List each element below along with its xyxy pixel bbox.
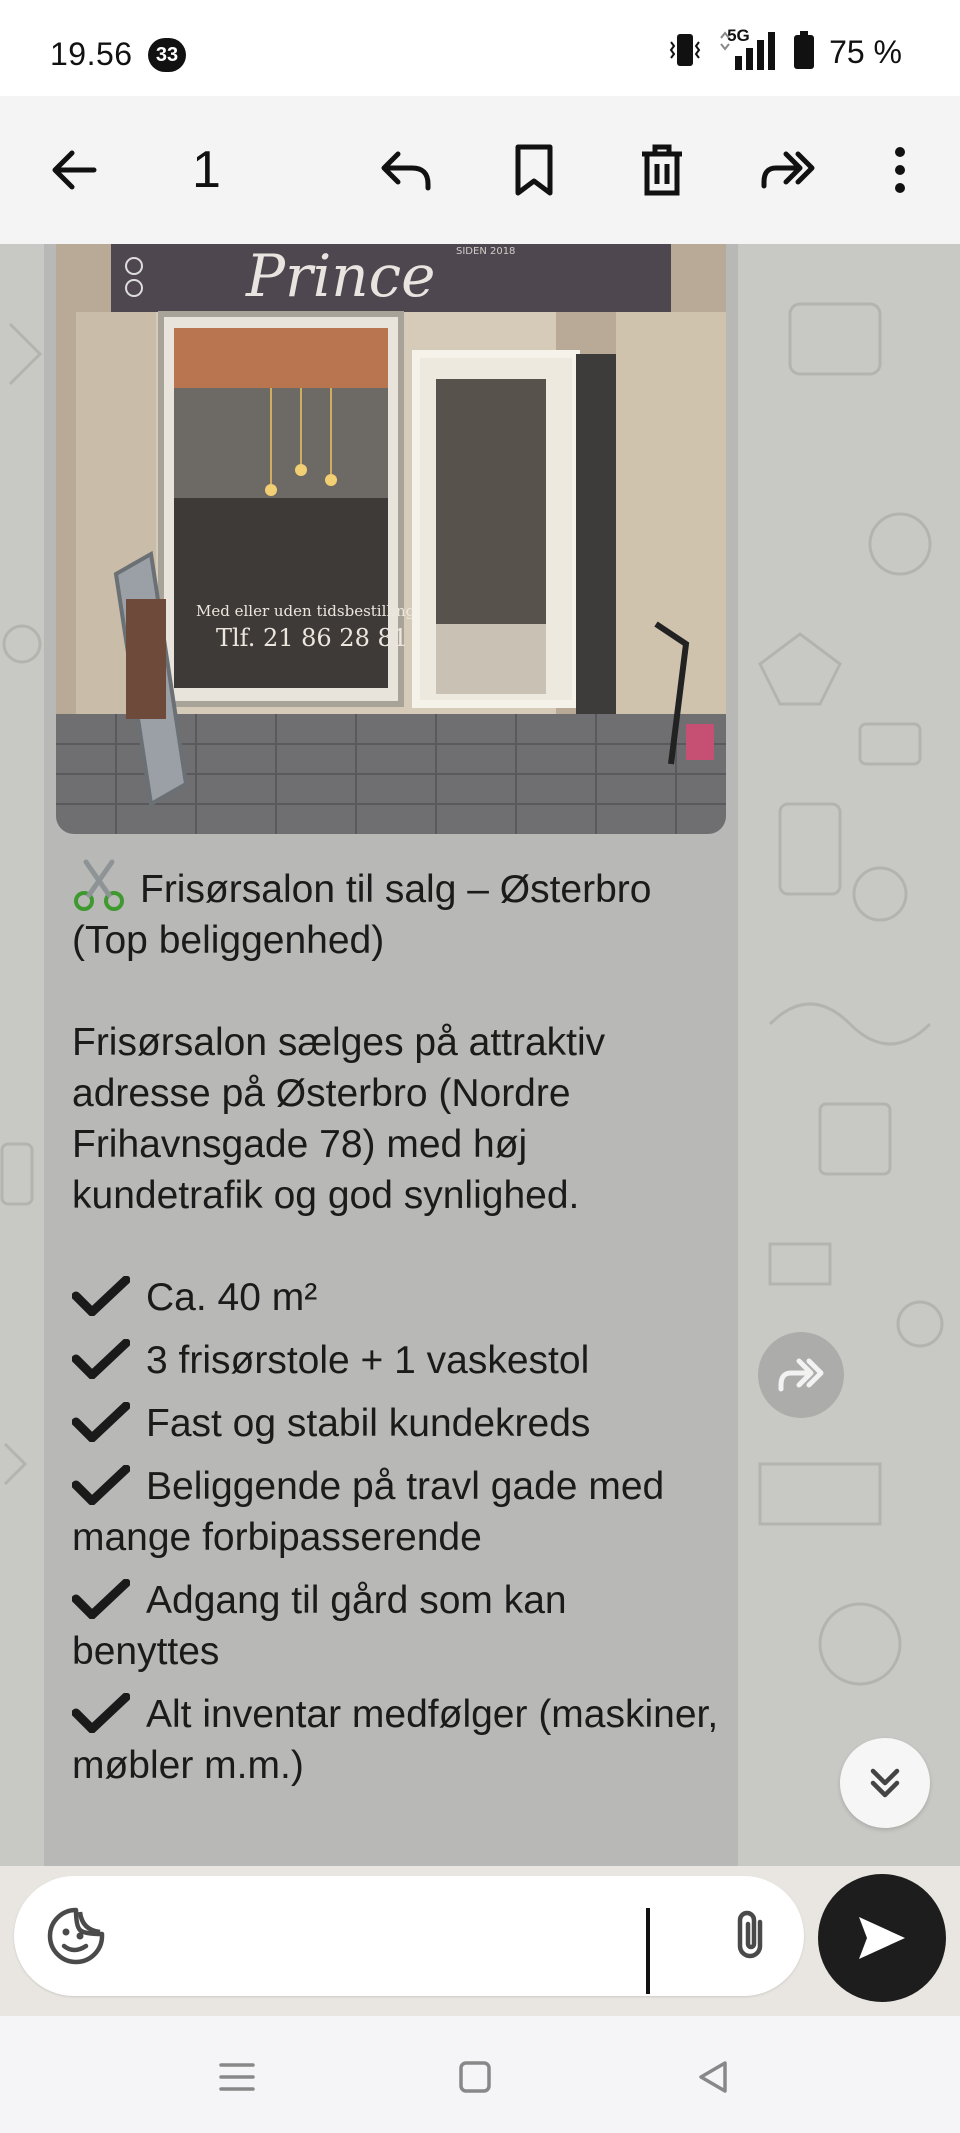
- status-icons: 5G 75 %: [667, 26, 902, 75]
- square-home-icon: [459, 2061, 491, 2093]
- recent-apps-button[interactable]: [212, 2052, 262, 2102]
- message-bubble[interactable]: Prince SIDEN 2018 Med eller uden tidsbes…: [44, 244, 738, 1866]
- message-input[interactable]: [14, 1876, 804, 1996]
- checklist: Ca. 40 m² 3 frisørstole + 1 vaskestol Fa…: [71, 1272, 722, 1791]
- quick-forward-button[interactable]: [758, 1332, 844, 1418]
- forward-icon: [761, 151, 815, 189]
- status-time: 19.56: [50, 36, 133, 72]
- scissors-icon: [72, 858, 126, 912]
- checkmark-icon: [71, 1578, 131, 1620]
- delete-icon: [642, 144, 682, 196]
- reply-icon: [381, 151, 431, 191]
- double-chevron-down-icon: [870, 1768, 900, 1798]
- system-back-button[interactable]: [688, 2052, 738, 2102]
- attach-button[interactable]: [720, 1906, 780, 1966]
- chat-area[interactable]: Prince SIDEN 2018 Med eller uden tidsbes…: [0, 244, 960, 1866]
- send-icon: [859, 1917, 905, 1959]
- message-paragraph: Frisørsalon sælges på attraktiv adresse …: [72, 1021, 606, 1217]
- message-photo[interactable]: Prince SIDEN 2018 Med eller uden tidsbes…: [56, 244, 726, 834]
- back-arrow-icon: [52, 150, 97, 190]
- checklist-item: Ca. 40 m²: [71, 1272, 722, 1323]
- checkmark-icon: [71, 1338, 131, 1380]
- salon-storefront-image: Prince SIDEN 2018 Med eller uden tidsbes…: [56, 244, 726, 834]
- message-title: Frisørsalon til salg – Østerbro (Top bel…: [72, 858, 722, 966]
- selected-count: 1: [192, 141, 221, 199]
- more-vert-icon: [895, 147, 905, 193]
- menu-lines-icon: [219, 2063, 255, 2091]
- checklist-item: Beliggende på travl gade med mange forbi…: [71, 1464, 665, 1559]
- forward-button[interactable]: [756, 138, 820, 202]
- message-text: Frisørsalon til salg – Østerbro (Top bel…: [71, 858, 722, 1791]
- delete-button[interactable]: [630, 138, 694, 202]
- reply-button[interactable]: [374, 138, 438, 202]
- status-bar: 19.56 33 5G 75 %: [0, 0, 960, 96]
- paperclip-icon: [737, 1910, 763, 1959]
- more-options-button[interactable]: [868, 138, 932, 202]
- notification-count-badge: 33: [148, 38, 186, 72]
- checklist-item: Alt inventar medfølger (maskiner, møbler…: [71, 1692, 719, 1787]
- home-button[interactable]: [450, 2052, 500, 2102]
- svg-text:SIDEN 2018: SIDEN 2018: [456, 246, 515, 257]
- sticker-button[interactable]: [44, 1904, 108, 1968]
- checkmark-icon: [71, 1275, 131, 1317]
- compose-bar: [0, 1866, 960, 2016]
- back-button[interactable]: [42, 138, 106, 202]
- battery-percent: 75 %: [829, 33, 902, 70]
- checkmark-icon: [71, 1401, 131, 1443]
- bookmark-button[interactable]: [502, 138, 566, 202]
- triangle-back-icon: [699, 2061, 727, 2093]
- checklist-item: Fast og stabil kundekreds: [71, 1398, 722, 1449]
- svg-text:Med eller uden tidsbestilling: Med eller uden tidsbestilling: [196, 602, 416, 620]
- bookmark-icon: [515, 144, 553, 196]
- checkmark-icon: [71, 1692, 131, 1734]
- checkmark-icon: [71, 1464, 131, 1506]
- checklist-item: 3 frisørstole + 1 vaskestol: [71, 1335, 722, 1386]
- svg-text:Tlf. 21 86 28 81: Tlf. 21 86 28 81: [216, 624, 408, 652]
- sign-text: Prince: [245, 244, 435, 310]
- scroll-to-bottom-button[interactable]: [840, 1738, 930, 1828]
- send-button[interactable]: [818, 1874, 946, 2002]
- vibrate-icon: [667, 30, 703, 75]
- sticker-icon: [47, 1907, 105, 1965]
- checklist-item: Adgang til gård som kan benyttes: [71, 1578, 567, 1673]
- battery-icon: [793, 30, 815, 75]
- selection-toolbar: 1: [0, 96, 960, 244]
- message-title-text: Frisørsalon til salg – Østerbro (Top bel…: [72, 868, 652, 962]
- text-cursor: [646, 1908, 650, 1994]
- system-nav-bar: [0, 2016, 960, 2133]
- signal-icon: 5G: [717, 26, 779, 74]
- forward-icon: [778, 1358, 824, 1392]
